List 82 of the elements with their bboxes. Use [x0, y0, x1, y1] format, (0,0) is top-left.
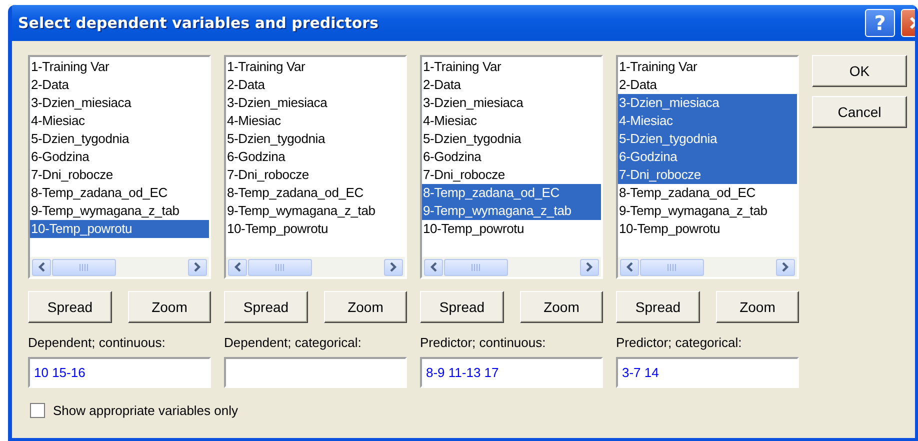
list-item[interactable]: 1-Training Var [30, 58, 209, 76]
list-item[interactable]: 4-Miesiac [30, 112, 209, 130]
zoom-button[interactable]: Zoom [520, 291, 603, 323]
list-item[interactable]: 4-Miesiac [618, 112, 797, 130]
scroll-right-button[interactable] [384, 258, 403, 276]
list-item[interactable]: 6-Godzina [422, 148, 601, 166]
list-item[interactable]: 5-Dzien_tygodnia [422, 130, 601, 148]
field-label: Predictor; categorical: [616, 335, 743, 351]
list-item[interactable]: 10-Temp_powrotu [30, 220, 209, 238]
list-item[interactable]: 5-Dzien_tygodnia [618, 130, 797, 148]
list-item[interactable]: 2-Data [618, 76, 797, 94]
scroll-right-button[interactable] [776, 258, 795, 276]
list-item[interactable]: 2-Data [422, 76, 601, 94]
variable-list[interactable]: 1-Training Var 2-Data 3-Dzien_miesiaca 4-Miesiac 5-Dzien_tygodnia 6-Godzina 7-Dni_robocze 8-Temp_zadana_od_EC 9-Temp_wymagana_z_tab 10-Temp_powrotu [420, 55, 603, 279]
scrollbar-thumb[interactable] [248, 258, 312, 276]
field-label: Dependent; continuous: [28, 335, 166, 351]
list-item[interactable]: 10-Temp_powrotu [226, 220, 405, 238]
zoom-button[interactable]: Zoom [128, 291, 211, 323]
list-item[interactable]: 10-Temp_powrotu [422, 220, 601, 238]
scrollbar-thumb[interactable] [444, 258, 508, 276]
field-label: Dependent; categorical: [224, 335, 362, 351]
list-item[interactable]: 4-Miesiac [226, 112, 405, 130]
list-item[interactable]: 1-Training Var [422, 58, 601, 76]
variable-list[interactable]: 1-Training Var 2-Data 3-Dzien_miesiaca 4-Miesiac 5-Dzien_tygodnia 6-Godzina 7-Dni_robocze 8-Temp_zadana_od_EC 9-Temp_wymagana_z_tab 10-Temp_powrotu [28, 55, 211, 279]
input-field[interactable]: 8-9 11-13 17 [420, 357, 603, 388]
list-item[interactable]: 9-Temp_wymagana_z_tab [30, 202, 209, 220]
list-item[interactable]: 3-Dzien_miesiaca [30, 94, 209, 112]
zoom-button[interactable]: Zoom [716, 291, 799, 323]
list-item[interactable]: 3-Dzien_miesiaca [226, 94, 405, 112]
scroll-left-button[interactable] [32, 258, 51, 276]
cancel-button[interactable]: Cancel [812, 96, 907, 128]
scroll-right-button[interactable] [188, 258, 207, 276]
spread-button[interactable]: Spread [28, 291, 112, 323]
list-item[interactable]: 6-Godzina [618, 148, 797, 166]
list-item[interactable]: 6-Godzina [226, 148, 405, 166]
list-item[interactable]: 8-Temp_zadana_od_EC [30, 184, 209, 202]
list-item[interactable]: 4-Miesiac [422, 112, 601, 130]
input-field[interactable] [224, 357, 407, 388]
list-item[interactable]: 7-Dni_robocze [30, 166, 209, 184]
list-item[interactable]: 7-Dni_robocze [226, 166, 405, 184]
variable-list[interactable]: 1-Training Var 2-Data 3-Dzien_miesiaca 4-Miesiac 5-Dzien_tygodnia 6-Godzina 7-Dni_robocze 8-Temp_zadana_od_EC 9-Temp_wymagana_z_tab 10-Temp_powrotu [224, 55, 407, 279]
list-item[interactable]: 8-Temp_zadana_od_EC [226, 184, 405, 202]
zoom-button[interactable]: Zoom [324, 291, 407, 323]
grip-icon [471, 264, 481, 270]
spread-button[interactable]: Spread [616, 291, 700, 323]
grip-icon [667, 264, 677, 270]
checkbox-label: Show appropriate variables only [53, 403, 238, 418]
spread-button[interactable]: Spread [224, 291, 308, 323]
list-item[interactable]: 3-Dzien_miesiaca [422, 94, 601, 112]
field-label: Predictor; continuous: [420, 335, 547, 351]
list-item[interactable]: 8-Temp_zadana_od_EC [618, 184, 797, 202]
list-item[interactable]: 9-Temp_wymagana_z_tab [226, 202, 405, 220]
scroll-left-button[interactable] [228, 258, 247, 276]
scroll-right-button[interactable] [580, 258, 599, 276]
scroll-left-button[interactable] [424, 258, 443, 276]
list-item[interactable]: 3-Dzien_miesiaca [618, 94, 797, 112]
list-item[interactable]: 5-Dzien_tygodnia [226, 130, 405, 148]
list-item[interactable]: 9-Temp_wymagana_z_tab [618, 202, 797, 220]
ok-button[interactable]: OK [812, 55, 907, 87]
window-title: Select dependent variables and predictors [18, 14, 380, 32]
list-item[interactable]: 7-Dni_robocze [618, 166, 797, 184]
grip-icon [79, 264, 89, 270]
scrollbar-thumb[interactable] [640, 258, 704, 276]
scroll-left-button[interactable] [620, 258, 639, 276]
list-item[interactable]: 1-Training Var [618, 58, 797, 76]
list-item[interactable]: 2-Data [30, 76, 209, 94]
list-item[interactable]: 9-Temp_wymagana_z_tab [422, 202, 601, 220]
variable-list[interactable]: 1-Training Var 2-Data 3-Dzien_miesiaca 4-Miesiac 5-Dzien_tygodnia 6-Godzina 7-Dni_robocze 8-Temp_zadana_od_EC 9-Temp_wymagana_z_tab 10-Temp_powrotu [616, 55, 799, 279]
list-item[interactable]: 1-Training Var [226, 58, 405, 76]
spread-button[interactable]: Spread [420, 291, 504, 323]
checkbox[interactable] [30, 403, 45, 418]
list-item[interactable]: 2-Data [226, 76, 405, 94]
list-item[interactable]: 10-Temp_powrotu [618, 220, 797, 238]
grip-icon [275, 264, 285, 270]
input-field[interactable]: 3-7 14 [616, 357, 799, 388]
list-item[interactable]: 7-Dni_robocze [422, 166, 601, 184]
list-item[interactable]: 5-Dzien_tygodnia [30, 130, 209, 148]
help-button[interactable]: ? [865, 9, 895, 37]
scrollbar-thumb[interactable] [52, 258, 116, 276]
list-item[interactable]: 8-Temp_zadana_od_EC [422, 184, 601, 202]
input-field[interactable]: 10 15-16 [28, 357, 211, 388]
list-item[interactable]: 6-Godzina [30, 148, 209, 166]
